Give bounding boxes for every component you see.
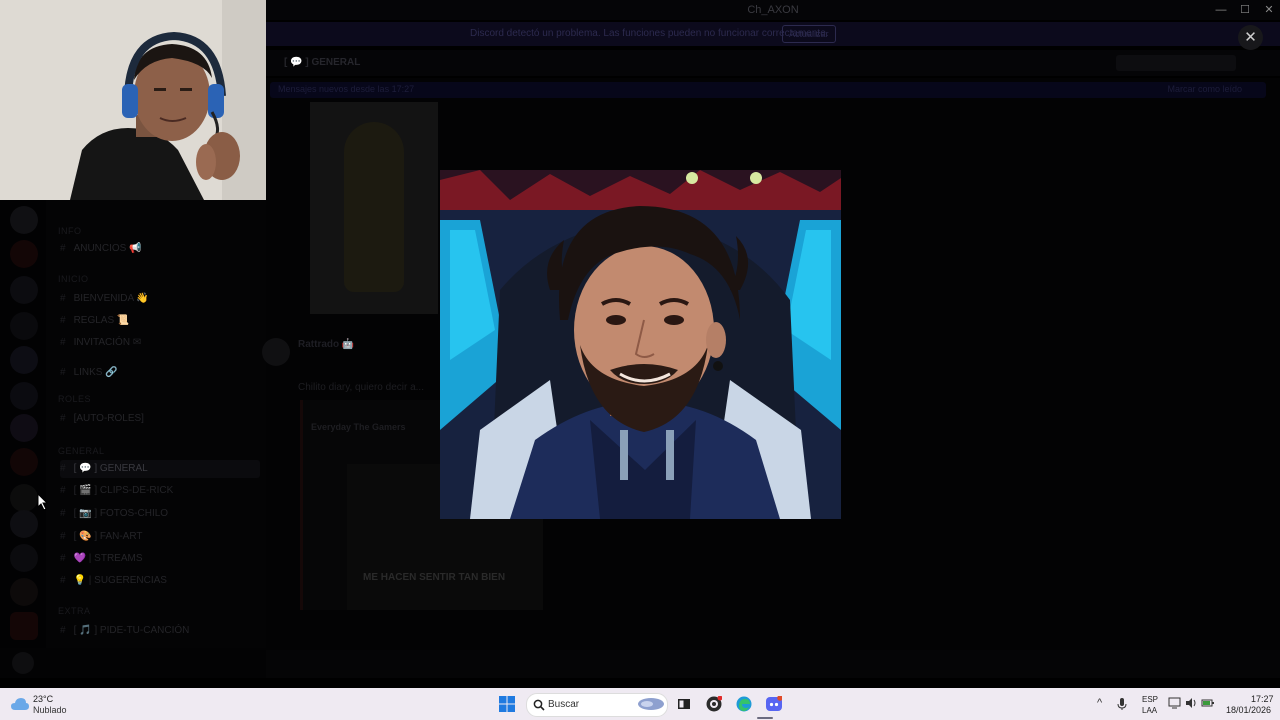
weather-condition[interactable]: Nublado xyxy=(33,705,67,715)
discord-icon[interactable] xyxy=(766,696,782,712)
chevron-up-icon[interactable]: ^ xyxy=(1097,697,1102,709)
microphone-icon[interactable] xyxy=(1117,697,1127,711)
channel-item[interactable]: #[ 🎵 ] PIDE-TU-CANCIÓN xyxy=(60,622,260,640)
server-icon[interactable] xyxy=(10,346,38,374)
server-icon[interactable] xyxy=(10,414,38,442)
mouse-cursor-icon xyxy=(37,493,49,511)
channel-sidebar: INFO # ANUNCIOS 📢 INICIO # BIENVENIDA 👋 # R… xyxy=(46,200,266,678)
search-icon xyxy=(533,699,545,711)
category-label: GENERAL xyxy=(58,446,105,456)
obs-icon[interactable] xyxy=(706,696,722,712)
server-list xyxy=(0,200,46,678)
windows-start-icon[interactable] xyxy=(499,696,515,712)
server-icon[interactable] xyxy=(10,206,38,234)
server-icon[interactable] xyxy=(10,240,38,268)
mark-read-label[interactable]: Marcar como leído xyxy=(1167,84,1242,94)
avatar[interactable] xyxy=(12,652,34,674)
close-icon[interactable]: ✕ xyxy=(1238,25,1263,50)
webcam-person-image xyxy=(0,0,266,200)
server-icon[interactable] xyxy=(10,382,38,410)
server-icon[interactable] xyxy=(10,312,38,340)
clock-date[interactable]: 18/01/2026 xyxy=(1226,705,1271,715)
sticker-image[interactable] xyxy=(310,102,438,314)
server-icon[interactable] xyxy=(10,578,38,606)
message-text: Chilito diary, quiero decir a... xyxy=(298,382,424,393)
keyboard-layout[interactable]: LAA xyxy=(1142,706,1157,715)
speaker-icon[interactable] xyxy=(1185,697,1198,709)
channel-item[interactable]: # LINKS 🔗 xyxy=(60,364,260,382)
channel-item[interactable]: # [AUTO-ROLES] xyxy=(60,410,260,428)
channel-item[interactable]: # REGLAS 📜 xyxy=(60,312,260,330)
category-label: ROLES xyxy=(58,394,92,404)
edge-browser-icon[interactable] xyxy=(736,696,752,712)
category-label: INFO xyxy=(58,226,82,236)
banner-text: Discord detectó un problema. Las funcion… xyxy=(470,28,829,39)
notice-banner: Discord detectó un problema. Las funcion… xyxy=(266,22,1280,46)
message-author[interactable]: Rattrado 🤖 xyxy=(298,339,354,350)
category-label: INICIO xyxy=(58,274,89,284)
message-composer[interactable] xyxy=(266,650,1280,678)
window-close-icon[interactable]: ✕ xyxy=(1262,3,1276,17)
webcam-feed xyxy=(0,0,266,200)
sticker-figure xyxy=(344,122,404,292)
task-view-icon[interactable] xyxy=(676,696,692,712)
battery-icon[interactable] xyxy=(1201,697,1215,709)
weather-temperature[interactable]: 23°C xyxy=(33,694,53,704)
channel-item[interactable]: # INVITACIÓN ✉ xyxy=(60,334,260,352)
new-messages-bar[interactable]: Mensajes nuevos desde las 17:27 Marcar c… xyxy=(270,82,1266,98)
new-messages-label: Mensajes nuevos desde las 17:27 xyxy=(278,84,415,94)
channel-title: [ 💬 ] GENERAL xyxy=(284,57,361,68)
video-caption: ME HACEN SENTIR TAN BIEN xyxy=(363,572,506,583)
channel-item[interactable]: #[ 📷 ] FOTOS-CHILO xyxy=(60,505,260,523)
maximize-icon[interactable]: ☐ xyxy=(1238,3,1252,17)
server-icon[interactable] xyxy=(10,510,38,538)
channel-item[interactable]: #[ 🎨 ] FAN-ART xyxy=(60,528,260,546)
embed-title[interactable]: Everyday The Gamers xyxy=(311,422,406,432)
window-title: Ch_AXON xyxy=(747,4,799,16)
network-icon[interactable] xyxy=(1168,697,1181,709)
banner-button[interactable]: Actualizar xyxy=(782,25,836,43)
server-icon[interactable] xyxy=(10,544,38,572)
category-label: EXTRA xyxy=(58,606,91,616)
server-icon[interactable] xyxy=(10,276,38,304)
title-bar: Ch_AXON — ☐ ✕ xyxy=(266,0,1280,20)
channel-item[interactable]: # 💜 | STREAMS xyxy=(60,550,260,568)
cloud-icon[interactable] xyxy=(11,697,29,711)
active-indicator xyxy=(757,717,773,719)
channel-item[interactable]: # ANUNCIOS 📢 xyxy=(60,240,260,258)
search-highlight-icon xyxy=(638,698,664,710)
minimize-icon[interactable]: — xyxy=(1214,3,1228,17)
server-icon[interactable] xyxy=(10,612,38,640)
search-input[interactable] xyxy=(1116,55,1236,71)
avatar[interactable] xyxy=(262,338,290,366)
expanded-image[interactable] xyxy=(440,170,841,519)
taskbar: 23°C Nublado Buscar ^ ESP LAA 17:27 18/0… xyxy=(0,688,1280,720)
search-placeholder: Buscar xyxy=(548,699,580,710)
channel-item[interactable]: #[ 🎬 ] CLIPS-DE-RICK xyxy=(60,482,260,500)
server-icon[interactable] xyxy=(10,448,38,476)
channel-item[interactable]: # BIENVENIDA 👋 xyxy=(60,290,260,308)
channel-header: [ 💬 ] GENERAL xyxy=(266,50,1280,76)
server-icon[interactable] xyxy=(10,484,38,512)
taskbar-search-input[interactable]: Buscar xyxy=(526,693,668,717)
channel-item-selected[interactable]: #[ 💬 ] GENERAL xyxy=(60,460,260,478)
user-panel xyxy=(0,648,266,678)
clock-time[interactable]: 17:27 xyxy=(1251,694,1274,704)
channel-item[interactable]: # 💡 | SUGERENCIAS xyxy=(60,572,260,590)
portrait-image xyxy=(440,170,841,519)
language-code[interactable]: ESP xyxy=(1142,695,1158,704)
